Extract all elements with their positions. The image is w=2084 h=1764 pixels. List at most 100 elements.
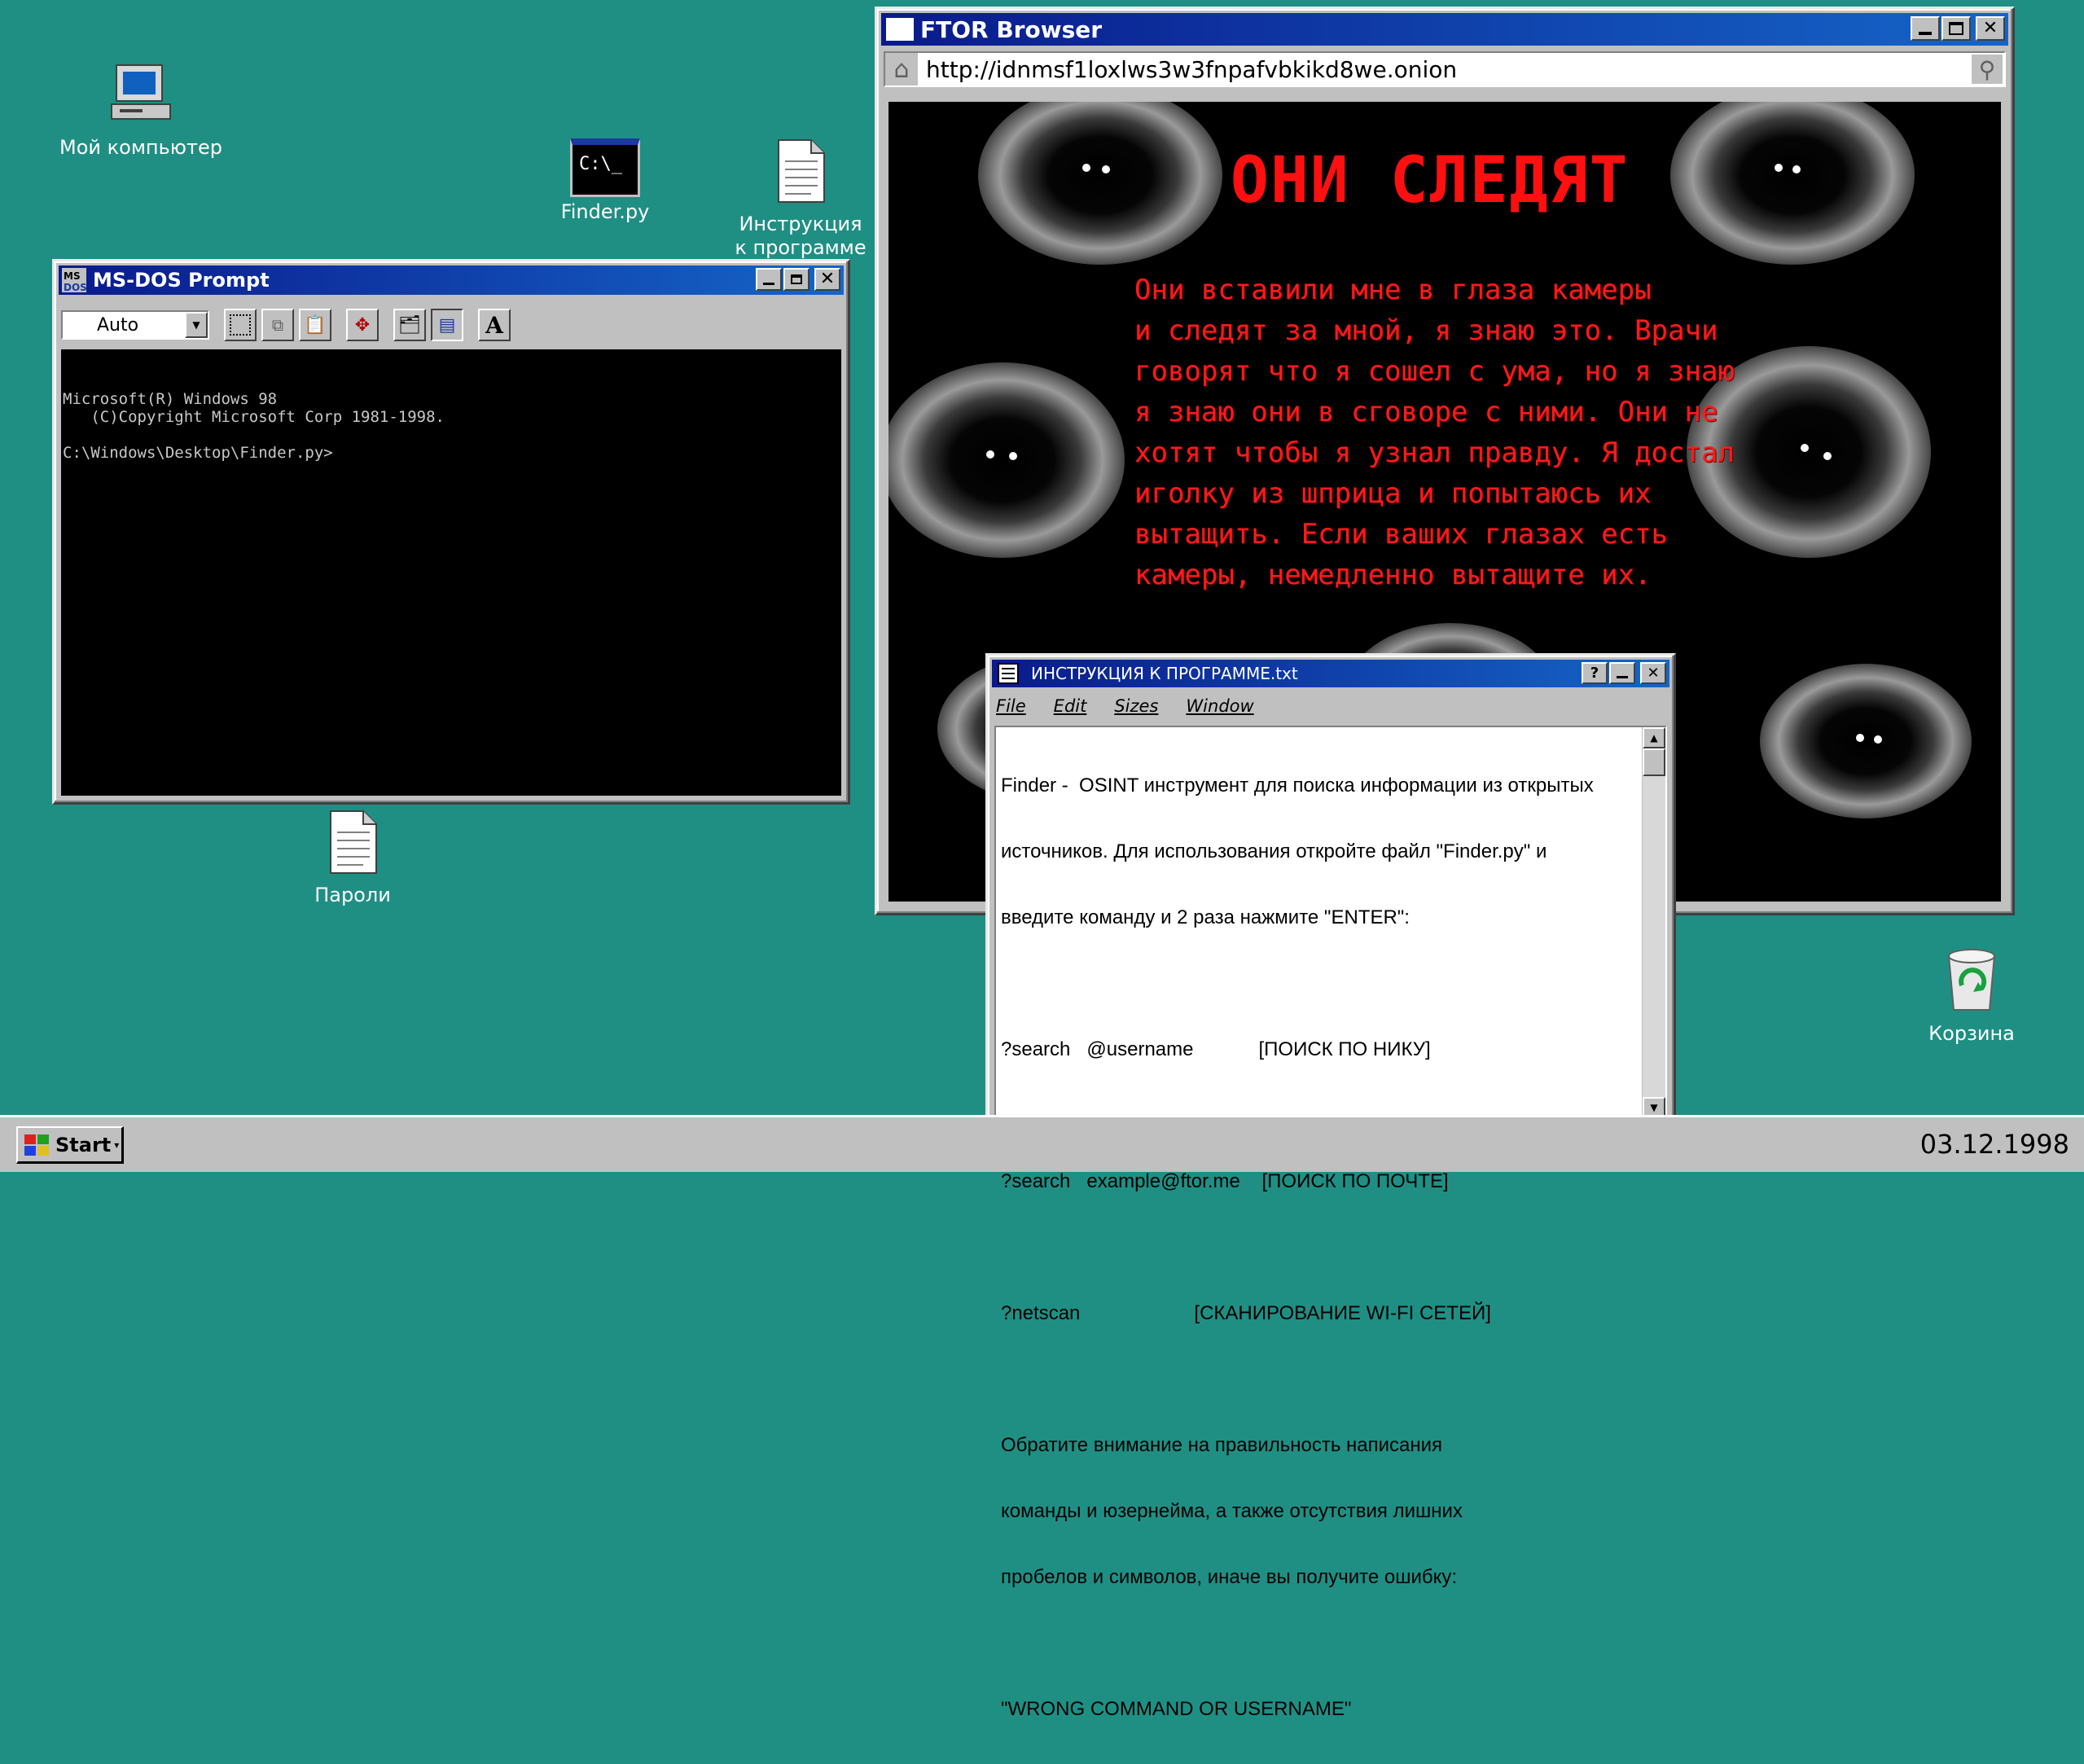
recycle-bin-icon: [1947, 949, 1996, 1011]
my-computer-icon: [111, 64, 171, 120]
menu-window[interactable]: Window: [1186, 696, 1253, 716]
menu-sizes[interactable]: Sizes: [1114, 696, 1158, 716]
desktop-icon-label: Мой компьютер: [59, 136, 222, 159]
text-line: ?netscan [СКАНИРОВАНИЕ WI-FI СЕТЕЙ]: [1001, 1302, 1491, 1324]
minimize-icon: [1919, 32, 1932, 35]
text-line: Finder - OSINT инструмент для поиска инф…: [1001, 774, 1594, 796]
maximize-icon: [791, 274, 802, 284]
eye-image: [1760, 664, 1972, 818]
menu-file[interactable]: File: [996, 696, 1026, 716]
minimize-icon: [763, 282, 774, 285]
properties-button[interactable]: 🗂: [393, 309, 426, 341]
notepad-text[interactable]: Finder - OSINT инструмент для поиска инф…: [1001, 731, 1638, 1764]
eye-image: [1670, 102, 1915, 265]
text-line: ?search @username [ПОИСК ПО НИКУ]: [1001, 1038, 1431, 1060]
text-line: [1001, 1368, 1638, 1390]
window-icon: [886, 18, 914, 41]
notepad-menubar: File Edit Sizes Window: [996, 696, 1254, 716]
notepad-title: ИНСТРУКЦИЯ К ПРОГРАММЕ.txt: [1031, 664, 1298, 683]
url-text[interactable]: http://idnmsf1loxlws3w3fnpafvbkikd8we.on…: [926, 56, 1457, 83]
text-document-icon: [330, 810, 377, 874]
desktop-icon-finder-py[interactable]: C:\_ Finder.py: [520, 138, 691, 224]
desktop-icon-recycle-bin[interactable]: Корзина: [1886, 943, 2057, 1046]
text-line: [1001, 1236, 1638, 1258]
eye-image: [888, 362, 1125, 558]
story-line: я знаю они в сговоре с ними. Они не: [1134, 396, 1718, 428]
background-icon: ▤: [438, 314, 456, 336]
story-line: камеры, немедленно вытащите их.: [1134, 559, 1652, 591]
scroll-thumb[interactable]: [1643, 748, 1665, 776]
desktop-icon-passwords[interactable]: Пароли: [267, 810, 438, 907]
arrow-down-icon: ▼: [1650, 1102, 1658, 1113]
close-button[interactable]: ✕: [1640, 662, 1666, 684]
background-button[interactable]: ▤: [431, 309, 463, 341]
minimize-button[interactable]: [1609, 662, 1635, 684]
font-icon: A: [485, 311, 503, 339]
help-button[interactable]: ?: [1582, 662, 1608, 684]
text-line: Обратите внимание на правильность написа…: [1001, 1434, 1443, 1456]
text-document-icon: [778, 139, 825, 203]
vertical-scrollbar[interactable]: ▲ ▼: [1642, 727, 1665, 1118]
chevron-down-icon[interactable]: ▼: [185, 312, 208, 338]
close-icon: ✕: [819, 269, 836, 289]
text-line: [1001, 972, 1638, 994]
close-button[interactable]: ✕: [814, 268, 840, 291]
story-line: говорят что я сошел с ума, но я знаю: [1134, 355, 1735, 388]
text-line: источников. Для использования откройте ф…: [1001, 840, 1547, 862]
desktop: { "desktop": { "icons": [ {"label": "Мой…: [0, 0, 2084, 1720]
close-button[interactable]: ✕: [1976, 16, 2005, 41]
dos-window[interactable]: MS DOS MS-DOS Prompt ✕ Auto ▼ ⧉ 📋 ✥ 🗂 ▤ …: [52, 259, 850, 805]
paste-button[interactable]: 📋: [299, 309, 331, 341]
notepad-text-area[interactable]: Finder - OSINT инструмент для поиска инф…: [994, 726, 1667, 1720]
address-bar[interactable]: ⌂ http://idnmsf1loxlws3w3fnpafvbkikd8we.…: [884, 51, 2006, 87]
minimize-icon: [1617, 676, 1628, 678]
eye-image: [978, 102, 1222, 265]
dos-title: MS-DOS Prompt: [93, 269, 270, 292]
mark-button[interactable]: [224, 309, 257, 341]
taskbar: Start ▾ 03.12.1998: [0, 1115, 2084, 1172]
browser-titlebar[interactable]: FTOR Browser ✕: [881, 13, 2008, 46]
close-icon: ✕: [1647, 664, 1660, 682]
text-line: [1001, 1632, 1638, 1654]
minimize-button[interactable]: [1911, 16, 1940, 41]
notepad-titlebar[interactable]: ИНСТРУКЦИЯ К ПРОГРАММЕ.txt ? ✕: [992, 660, 1669, 687]
help-icon: ?: [1590, 664, 1599, 682]
maximize-button[interactable]: [1941, 16, 1971, 41]
svg-text:DOS: DOS: [64, 282, 86, 292]
scroll-up-button[interactable]: ▲: [1643, 727, 1665, 748]
fullscreen-icon: ✥: [354, 314, 371, 336]
dos-program-icon: C:\_: [570, 138, 640, 197]
dos-titlebar[interactable]: MS DOS MS-DOS Prompt ✕: [59, 265, 844, 295]
search-icon[interactable]: ⚲: [1972, 55, 2003, 84]
dos-console-output[interactable]: Microsoft(R) Windows 98 (C)Copyright Mic…: [61, 349, 841, 796]
text-line: ?search example@ftor.me [ПОИСК ПО ПОЧТЕ]: [1001, 1170, 1449, 1192]
story-line: иголку из шприца и попытаюсь их: [1134, 477, 1652, 510]
minimize-button[interactable]: [756, 268, 782, 291]
page-headline: ОНИ СЛЕДЯТ: [1231, 144, 1630, 217]
notepad-window[interactable]: ИНСТРУКЦИЯ К ПРОГРАММЕ.txt ? ✕ File Edit…: [985, 653, 1676, 1720]
fullscreen-button[interactable]: ✥: [346, 309, 379, 341]
desktop-icon-my-computer[interactable]: Мой компьютер: [55, 59, 226, 160]
font-size-select[interactable]: Auto ▼: [61, 310, 209, 340]
desktop-icon-label: Finder.py: [560, 200, 650, 223]
page-story: Они вставили мне в глаза камеры и следят…: [1134, 270, 1753, 595]
browser-title: FTOR Browser: [920, 15, 1103, 43]
desktop-icon-label: Инструкция к программе: [735, 213, 867, 259]
font-button[interactable]: A: [478, 309, 511, 341]
font-size-value: Auto: [97, 314, 139, 336]
story-line: и следят за мной, я знаю это. Врачи: [1134, 314, 1718, 347]
maximize-button[interactable]: [783, 268, 809, 291]
menu-edit[interactable]: Edit: [1054, 696, 1087, 716]
maximize-icon: [1949, 22, 1963, 35]
copy-button[interactable]: ⧉: [261, 309, 294, 341]
story-line: Они вставили мне в глаза камеры: [1134, 274, 1652, 306]
windows-logo-icon: [24, 1134, 49, 1156]
start-label: Start: [55, 1133, 112, 1156]
start-button[interactable]: Start ▾: [16, 1126, 124, 1164]
home-icon[interactable]: ⌂: [885, 53, 918, 86]
desktop-icon-instruction[interactable]: Инструкция к программе: [715, 138, 886, 260]
msdos-icon: MS DOS: [62, 268, 86, 292]
text-line: "WRONG COMMAND OR USERNAME": [1001, 1698, 1352, 1720]
close-icon: ✕: [1982, 18, 1998, 38]
notepad-icon: [998, 663, 1019, 684]
